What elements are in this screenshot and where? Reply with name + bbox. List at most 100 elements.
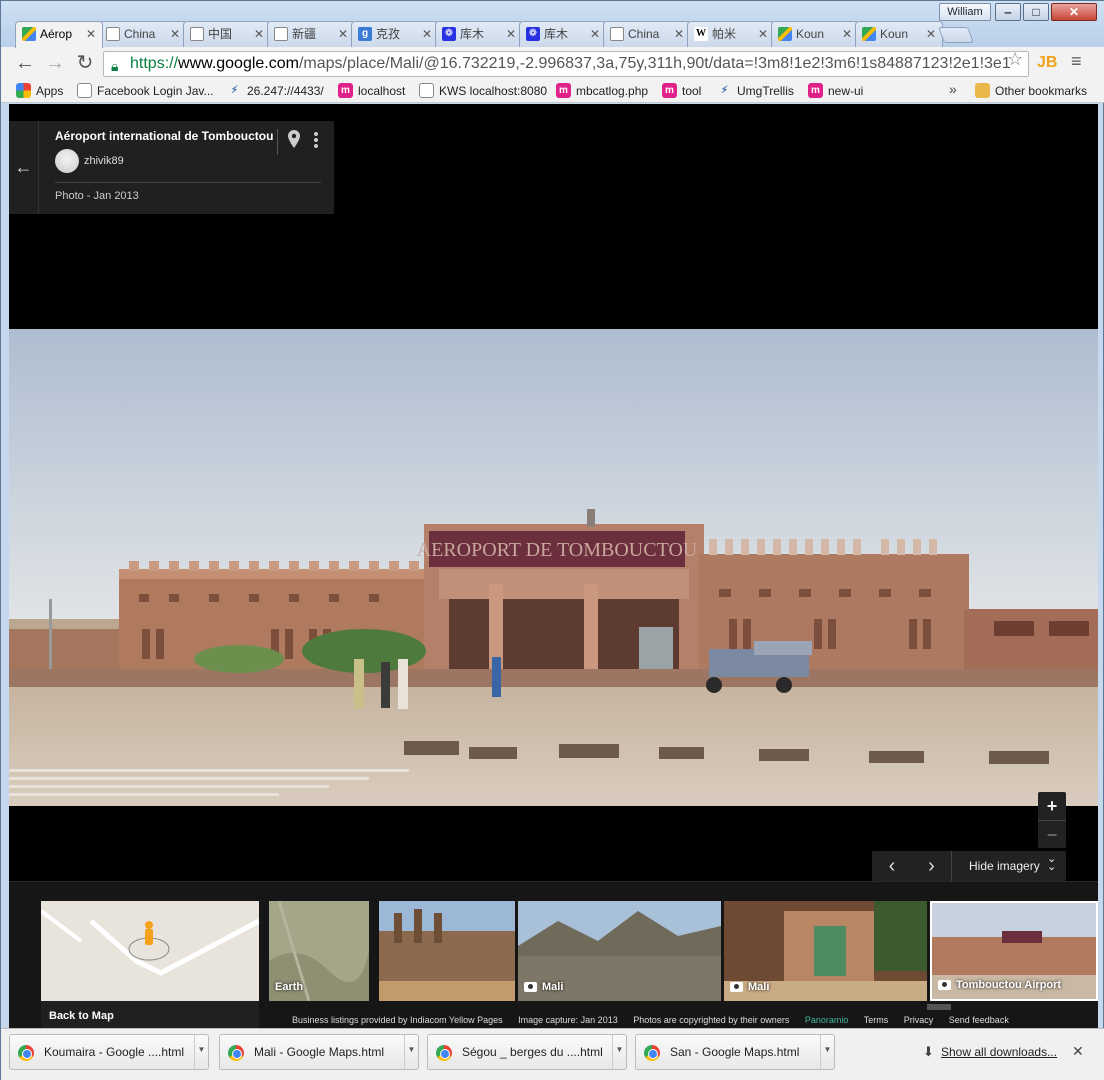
tab-1[interactable]: Aérop ✕ — [15, 21, 103, 48]
previous-photo-button[interactable]: ‹ — [872, 851, 912, 881]
terms-link[interactable]: Terms — [864, 1015, 889, 1025]
bookmark-26-247[interactable]: ⚡︎ 26.247://4433/ — [227, 83, 324, 99]
folder-icon — [975, 83, 990, 98]
tab-7[interactable]: ❁ 库木 ✕ — [519, 21, 607, 47]
back-to-map-card[interactable]: Back to Map — [39, 901, 261, 1028]
download-item[interactable]: San - Google Maps.html ▼ — [635, 1034, 835, 1070]
download-menu-chevron-icon[interactable]: ▼ — [404, 1035, 418, 1069]
privacy-link[interactable]: Privacy — [904, 1015, 934, 1025]
photo-sign-text: AEROPORT DE TOMBOUCTOU — [417, 539, 698, 561]
link-icon: ⚡︎ — [720, 85, 729, 96]
tab-close-icon[interactable]: ✕ — [506, 22, 516, 46]
chrome-file-icon — [436, 1045, 452, 1061]
tab-label: China — [628, 27, 660, 41]
tab-4[interactable]: 新疆 ✕ — [267, 21, 355, 47]
bookmark-mbcatlog[interactable]: m mbcatlog.php — [556, 83, 648, 99]
download-menu-chevron-icon[interactable]: ▼ — [820, 1035, 834, 1069]
url-scheme: https:// — [130, 55, 179, 72]
tab-close-icon[interactable]: ✕ — [758, 22, 768, 46]
download-item[interactable]: Mali - Google Maps.html ▼ — [219, 1034, 419, 1070]
avatar[interactable] — [55, 149, 79, 173]
jetbrains-extension-icon[interactable]: JB — [1037, 53, 1059, 73]
bookmark-apps[interactable]: Apps — [16, 83, 63, 99]
close-window-button[interactable]: ✕ — [1051, 3, 1097, 21]
camera-icon — [524, 982, 537, 992]
show-all-label: Show all downloads... — [941, 1045, 1058, 1059]
bookmark-umgtrellis[interactable]: ⚡︎ UmgTrellis — [717, 83, 794, 99]
new-tab-button[interactable] — [938, 27, 974, 43]
back-arrow-icon[interactable]: ← — [9, 121, 39, 214]
tab-close-icon[interactable]: ✕ — [86, 22, 96, 46]
bookmark-label: tool — [682, 84, 702, 98]
tab-close-icon[interactable]: ✕ — [338, 22, 348, 46]
author-name[interactable]: zhivik89 — [84, 155, 124, 167]
bookmark-label: KWS localhost:8080 — [439, 84, 548, 98]
thumb-tombouctou-airport[interactable]: Tombouctou Airport — [930, 901, 1098, 1001]
tab-close-icon[interactable]: ✕ — [422, 22, 432, 46]
back-to-map-label: Back to Map — [41, 1001, 259, 1028]
tab-10[interactable]: Koun ✕ — [771, 21, 859, 47]
tab-9[interactable]: W 帕米 ✕ — [687, 21, 775, 47]
thumb-mali-landscape[interactable]: Mali — [518, 901, 721, 1001]
chevron-double-down-icon[interactable]: ⌄ ⌄ — [1047, 854, 1056, 873]
imagery-strip: Back to Map Earth Mali Mali Tombouctou A… — [9, 881, 1098, 1028]
download-filename: San - Google Maps.html — [670, 1045, 800, 1059]
menu-icon[interactable]: ≡ — [1071, 51, 1082, 72]
zoom-control: + − — [1038, 792, 1066, 848]
close-shelf-icon[interactable]: ✕ — [1072, 1043, 1084, 1060]
tab-label: Koun — [796, 27, 825, 41]
tab-close-icon[interactable]: ✕ — [674, 22, 684, 46]
tab-close-icon[interactable]: ✕ — [926, 22, 936, 46]
bookmark-star-icon[interactable]: ☆ — [1007, 49, 1023, 70]
thumb-earth[interactable]: Earth — [269, 901, 369, 1001]
profile-button[interactable]: William — [939, 3, 991, 21]
map-thumbnail — [39, 901, 261, 1001]
tab-close-icon[interactable]: ✕ — [170, 22, 180, 46]
bookmark-label: mbcatlog.php — [576, 84, 649, 98]
maximize-button[interactable]: □ — [1023, 3, 1049, 21]
zoom-out-button[interactable]: − — [1038, 820, 1066, 848]
bookmark-kws-localhost[interactable]: KWS localhost:8080 — [419, 83, 547, 99]
reload-button[interactable]: ↻ — [73, 51, 97, 75]
panoramio-logo[interactable]: Panoramio — [805, 1015, 849, 1025]
zoom-in-button[interactable]: + — [1038, 792, 1066, 820]
tab-label: 帕米 — [712, 27, 737, 41]
map-pin-icon[interactable] — [288, 130, 300, 148]
apps-grid-icon — [16, 83, 31, 98]
airport-photo[interactable]: AEROPORT DE TOMBOUCTOU — [9, 329, 1098, 806]
address-bar[interactable]: 🔒︎ https://www.google.com/maps/place/Mal… — [103, 51, 1029, 77]
download-menu-chevron-icon[interactable]: ▼ — [612, 1035, 626, 1069]
bookmark-facebook-login[interactable]: Facebook Login Jav... — [77, 83, 214, 99]
forward-button[interactable]: → — [43, 51, 67, 75]
download-menu-chevron-icon[interactable]: ▼ — [194, 1035, 208, 1069]
more-options-icon[interactable] — [313, 131, 319, 149]
minimize-button[interactable]: ‒ — [995, 3, 1021, 21]
download-filename: Mali - Google Maps.html — [254, 1045, 385, 1059]
bookmark-localhost[interactable]: m localhost — [338, 83, 405, 99]
tab-11[interactable]: Koun ✕ — [855, 21, 943, 47]
send-feedback-link[interactable]: Send feedback — [949, 1015, 1009, 1025]
baidu-icon: ❁ — [442, 27, 456, 41]
tab-5[interactable]: g 克孜 ✕ — [351, 21, 439, 47]
thumb-mosque[interactable] — [379, 901, 515, 1001]
tab-close-icon[interactable]: ✕ — [842, 22, 852, 46]
tab-close-icon[interactable]: ✕ — [590, 22, 600, 46]
bookmark-new-ui[interactable]: m new-ui — [808, 83, 863, 99]
tab-3[interactable]: 中国 ✕ — [183, 21, 271, 47]
show-all-downloads-link[interactable]: ⬇ Show all downloads... — [923, 1044, 1058, 1059]
download-item[interactable]: Koumaira - Google ....html ▼ — [9, 1034, 209, 1070]
download-item[interactable]: Ségou _ berges du ....html ▼ — [427, 1034, 627, 1070]
tab-6[interactable]: ❁ 库木 ✕ — [435, 21, 523, 47]
bookmarks-overflow-button[interactable]: » — [949, 81, 957, 97]
back-button[interactable]: ← — [13, 51, 37, 75]
tab-2[interactable]: China ✕ — [99, 21, 187, 47]
tab-close-icon[interactable]: ✕ — [254, 22, 264, 46]
next-photo-button[interactable]: › — [912, 851, 952, 881]
bookmark-tool[interactable]: m tool — [662, 83, 701, 99]
thumb-mali-door[interactable]: Mali — [724, 901, 927, 1001]
other-bookmarks[interactable]: Other bookmarks — [975, 83, 1087, 99]
thumbnail-scrollbar[interactable] — [927, 1004, 951, 1010]
hide-imagery-button[interactable]: Hide imagery — [969, 859, 1040, 873]
copyright-note: Photos are copyrighted by their owners — [633, 1015, 790, 1025]
tab-8[interactable]: China ✕ — [603, 21, 691, 47]
